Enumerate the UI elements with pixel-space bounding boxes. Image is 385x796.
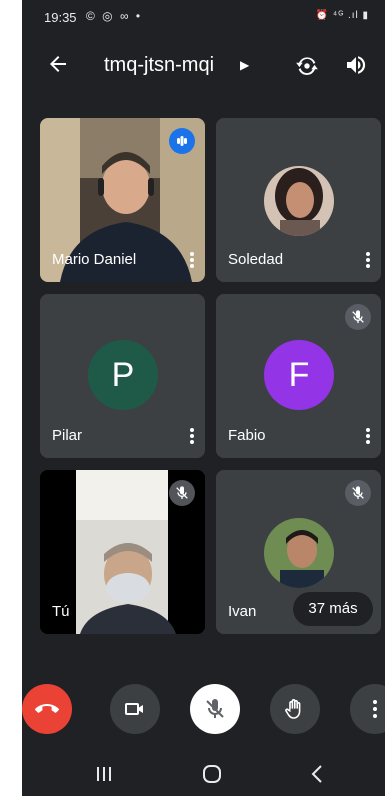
home-icon[interactable] <box>200 762 224 786</box>
status-bar: 19:35 © ◎ ∞ • ⏰ ⁴ᴳ .ıl ▮ <box>22 0 385 34</box>
participant-tile-mario-daniel[interactable]: Mario Daniel <box>40 118 205 282</box>
switch-camera-icon[interactable] <box>294 53 320 79</box>
back-arrow-icon[interactable] <box>46 52 74 80</box>
more-vert-icon[interactable] <box>187 250 197 270</box>
participant-tile-self[interactable]: Tú <box>40 470 205 634</box>
mic-off-icon <box>345 480 371 506</box>
more-vert-icon[interactable] <box>363 250 373 270</box>
mic-off-icon <box>169 480 195 506</box>
caret-right-icon[interactable]: ▶ <box>240 58 249 72</box>
participant-tile-ivan[interactable]: Ivan 37 más <box>216 470 381 634</box>
meeting-header: tmq-jtsn-mqi ▶ <box>22 42 385 90</box>
system-nav-bar <box>22 752 385 796</box>
more-vert-icon[interactable] <box>187 426 197 446</box>
status-notification-icons: © ◎ ∞ • <box>86 9 143 23</box>
status-time: 19:35 <box>44 10 77 25</box>
camera-toggle-button[interactable] <box>110 684 160 734</box>
participant-avatar-photo <box>264 518 334 588</box>
status-system-icons: ⏰ ⁴ᴳ .ıl ▮ <box>315 10 369 21</box>
recents-icon[interactable] <box>92 762 116 786</box>
participant-tile-soledad[interactable]: Soledad <box>216 118 381 282</box>
participant-name: Pilar <box>52 427 83 444</box>
speaking-indicator-icon <box>169 128 195 154</box>
phone-screen: 19:35 © ◎ ∞ • ⏰ ⁴ᴳ .ıl ▮ tmq-jtsn-mqi ▶ <box>22 0 385 796</box>
participant-name: Tú <box>52 603 70 620</box>
participant-name: Fabio <box>228 427 266 444</box>
call-controls <box>22 682 385 738</box>
participant-tile-pilar[interactable]: P Pilar <box>40 294 205 458</box>
more-vert-icon[interactable] <box>363 426 373 446</box>
mic-off-icon <box>345 304 371 330</box>
back-nav-icon[interactable] <box>306 762 330 786</box>
more-options-button[interactable] <box>350 684 385 734</box>
participant-tile-fabio[interactable]: F Fabio <box>216 294 381 458</box>
participant-avatar-letter: P <box>88 340 158 410</box>
more-participants-button[interactable]: 37 más <box>293 592 373 626</box>
participant-name: Ivan <box>228 603 257 620</box>
meeting-code[interactable]: tmq-jtsn-mqi <box>104 54 214 77</box>
end-call-button[interactable] <box>22 684 72 734</box>
raise-hand-button[interactable] <box>270 684 320 734</box>
mic-toggle-button[interactable] <box>190 684 240 734</box>
participant-avatar-photo <box>264 166 334 236</box>
speaker-icon[interactable] <box>344 53 370 79</box>
participant-name: Soledad <box>228 251 284 268</box>
participant-name: Mario Daniel <box>52 251 137 268</box>
participant-avatar-letter: F <box>264 340 334 410</box>
